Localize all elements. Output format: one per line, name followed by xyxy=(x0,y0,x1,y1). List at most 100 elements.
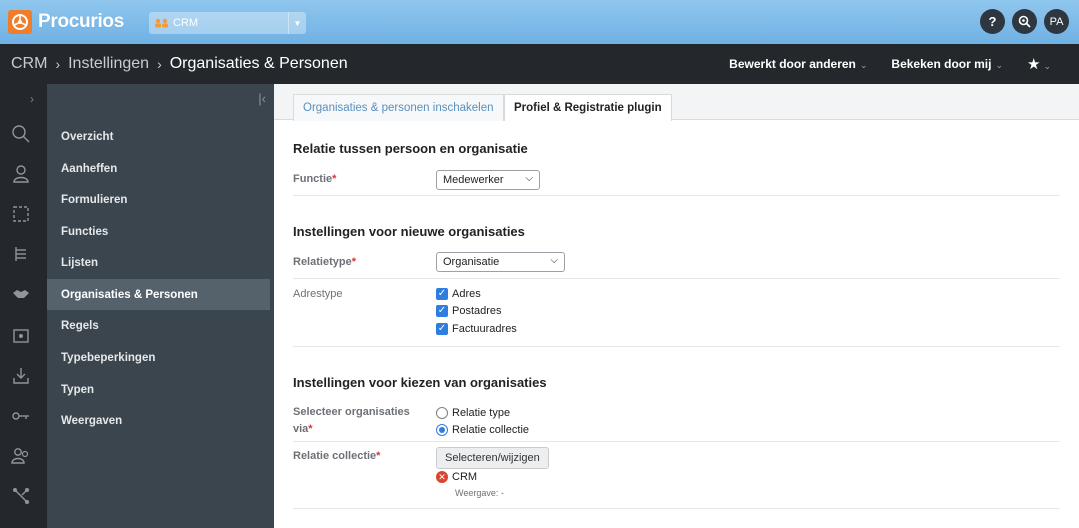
adrestype-label: Adrestype xyxy=(293,288,343,300)
connections-icon[interactable] xyxy=(11,486,31,506)
top-bar: Procurios CRM ▼ ? PA xyxy=(0,0,1079,44)
tab-bar: Organisaties & personen inschakelen Prof… xyxy=(274,84,1079,121)
selected-collection-name: CRM xyxy=(452,471,478,483)
brand-name: Procurios xyxy=(38,11,124,32)
person-icon[interactable] xyxy=(11,164,31,184)
relatie-collectie-label-text: Relatie collectie xyxy=(293,450,377,462)
via-option-relatie-collectie[interactable]: Relatie collectie xyxy=(436,421,529,438)
brand-logo[interactable]: Procurios xyxy=(8,0,124,44)
sidebar-item-aanheffen[interactable]: Aanheffen xyxy=(47,153,270,184)
download-icon[interactable] xyxy=(11,366,31,386)
adrestype-option-label: Adres xyxy=(452,287,481,300)
divider xyxy=(293,278,1060,279)
search-icon[interactable] xyxy=(11,124,31,144)
page-title: Organisaties & Personen xyxy=(169,55,348,72)
breadcrumb-item-instellingen[interactable]: Instellingen xyxy=(68,55,149,73)
adrestype-option-postadres[interactable]: ✓ Postadres xyxy=(436,302,502,319)
radio-selected-icon[interactable] xyxy=(436,423,448,436)
via-option-label: Relatie type xyxy=(452,406,511,419)
divider xyxy=(293,441,1060,442)
help-button[interactable]: ? xyxy=(980,9,1005,34)
sidebar-item-overzicht[interactable]: Overzicht xyxy=(47,121,270,152)
viewed-by-me-label: Bekeken door mij xyxy=(891,57,992,71)
sidebar-item-functies[interactable]: Functies xyxy=(47,216,270,247)
radio-unselected-icon[interactable] xyxy=(436,406,448,419)
edited-by-others-menu[interactable]: Bewerkt door anderen ⌄ xyxy=(729,57,867,71)
expand-rail-icon[interactable]: › xyxy=(30,92,34,106)
sidebar-item-formulieren[interactable]: Formulieren xyxy=(47,184,270,215)
breadcrumb-bar: CRM › Instellingen › Organisaties & Pers… xyxy=(0,44,1079,84)
functie-select[interactable]: Medewerker ⌵ xyxy=(436,170,540,190)
chevron-down-icon: ⌄ xyxy=(995,60,1003,70)
monitor-icon[interactable] xyxy=(11,326,31,346)
users-icon[interactable] xyxy=(11,446,31,466)
divider xyxy=(293,508,1060,509)
sidebar-item-regels[interactable]: Regels xyxy=(47,310,270,341)
divider xyxy=(293,346,1060,347)
search-button[interactable] xyxy=(1012,9,1037,34)
collapse-sidebar-icon[interactable]: |‹ xyxy=(258,91,266,106)
app-switcher-label: CRM xyxy=(173,17,199,29)
section-title-relation: Relatie tussen persoon en organisatie xyxy=(293,141,528,156)
chevron-right-icon: › xyxy=(157,56,162,72)
tab-profiel-registratie-plugin[interactable]: Profiel & Registratie plugin xyxy=(504,94,672,121)
breadcrumb-item-crm[interactable]: CRM xyxy=(11,55,47,73)
chevron-down-icon: ▼ xyxy=(288,12,306,34)
chevron-down-icon: ⌵ xyxy=(550,255,558,266)
adrestype-option-adres[interactable]: ✓ Adres xyxy=(436,285,481,302)
checkbox-checked-icon[interactable]: ✓ xyxy=(436,287,448,300)
relatie-collectie-label: Relatie collectie* xyxy=(293,448,380,465)
section-title-choose-org: Instellingen voor kiezen van organisatie… xyxy=(293,375,547,390)
chevron-down-icon: ⌄ xyxy=(1043,61,1051,71)
hierarchy-icon[interactable] xyxy=(11,244,31,264)
adrestype-option-label: Postadres xyxy=(452,304,502,317)
crm-app-icon xyxy=(155,18,168,28)
selecteer-via-label-line1: Selecteer organisaties xyxy=(293,406,410,418)
functie-label: Functie* xyxy=(293,171,336,188)
selecteer-via-label: Selecteer organisaties via* xyxy=(293,404,410,438)
favorites-menu[interactable]: ★ ⌄ xyxy=(1027,55,1051,73)
required-marker: * xyxy=(332,173,337,185)
required-marker: * xyxy=(376,450,381,462)
adrestype-option-label: Factuuradres xyxy=(452,322,517,335)
functie-select-value: Medewerker xyxy=(443,174,504,186)
key-icon[interactable] xyxy=(11,406,31,426)
via-option-relatie-type[interactable]: Relatie type xyxy=(436,404,510,421)
weergave-text: Weergave: - xyxy=(455,488,504,498)
selecteer-via-label-line2: via xyxy=(293,423,309,435)
divider xyxy=(293,195,1060,196)
checkbox-checked-icon[interactable]: ✓ xyxy=(436,304,448,317)
chevron-right-icon: › xyxy=(55,56,61,72)
tab-organisaties-inschakelen[interactable]: Organisaties & personen inschakelen xyxy=(293,94,504,121)
user-avatar[interactable]: PA xyxy=(1044,9,1069,34)
relatietype-select-value: Organisatie xyxy=(443,256,500,268)
sidebar-item-lijsten[interactable]: Lijsten xyxy=(47,247,270,278)
main-content: Organisaties & personen inschakelen Prof… xyxy=(274,84,1079,528)
chevron-down-icon: ⌵ xyxy=(525,173,533,184)
section-title-new-org: Instellingen voor nieuwe organisaties xyxy=(293,224,525,239)
functie-label-text: Functie xyxy=(293,173,333,185)
adrestype-option-factuuradres[interactable]: ✓ Factuuradres xyxy=(436,320,517,337)
relatietype-label-text: Relatietype xyxy=(293,256,352,268)
handshake-icon[interactable] xyxy=(11,284,31,304)
viewed-by-me-menu[interactable]: Bekeken door mij ⌄ xyxy=(891,57,1003,71)
sidebar-item-typen[interactable]: Typen xyxy=(47,374,270,405)
required-marker: * xyxy=(308,423,313,435)
via-option-label: Relatie collectie xyxy=(452,423,530,436)
relatietype-label: Relatietype* xyxy=(293,254,356,271)
app-switcher[interactable]: CRM ▼ xyxy=(149,12,306,34)
edited-by-others-label: Bewerkt door anderen xyxy=(729,57,856,71)
required-marker: * xyxy=(351,256,356,268)
remove-icon[interactable]: ✕ xyxy=(436,471,448,483)
chevron-down-icon: ⌄ xyxy=(859,60,868,70)
sidebar-item-weergaven[interactable]: Weergaven xyxy=(47,405,270,436)
relatietype-select[interactable]: Organisatie ⌵ xyxy=(436,252,565,272)
selected-collection-item: ✕ CRM xyxy=(436,471,477,483)
breadcrumb: CRM › Instellingen › Organisaties & Pers… xyxy=(11,55,348,73)
select-change-button[interactable]: Selecteren/wijzigen xyxy=(436,447,549,469)
checkbox-checked-icon[interactable]: ✓ xyxy=(436,322,448,335)
icon-rail: › xyxy=(0,84,47,528)
sidebar-item-organisaties-personen[interactable]: Organisaties & Personen xyxy=(47,279,270,310)
selection-icon[interactable] xyxy=(11,204,31,224)
sidebar-item-typebeperkingen[interactable]: Typebeperkingen xyxy=(47,342,270,373)
